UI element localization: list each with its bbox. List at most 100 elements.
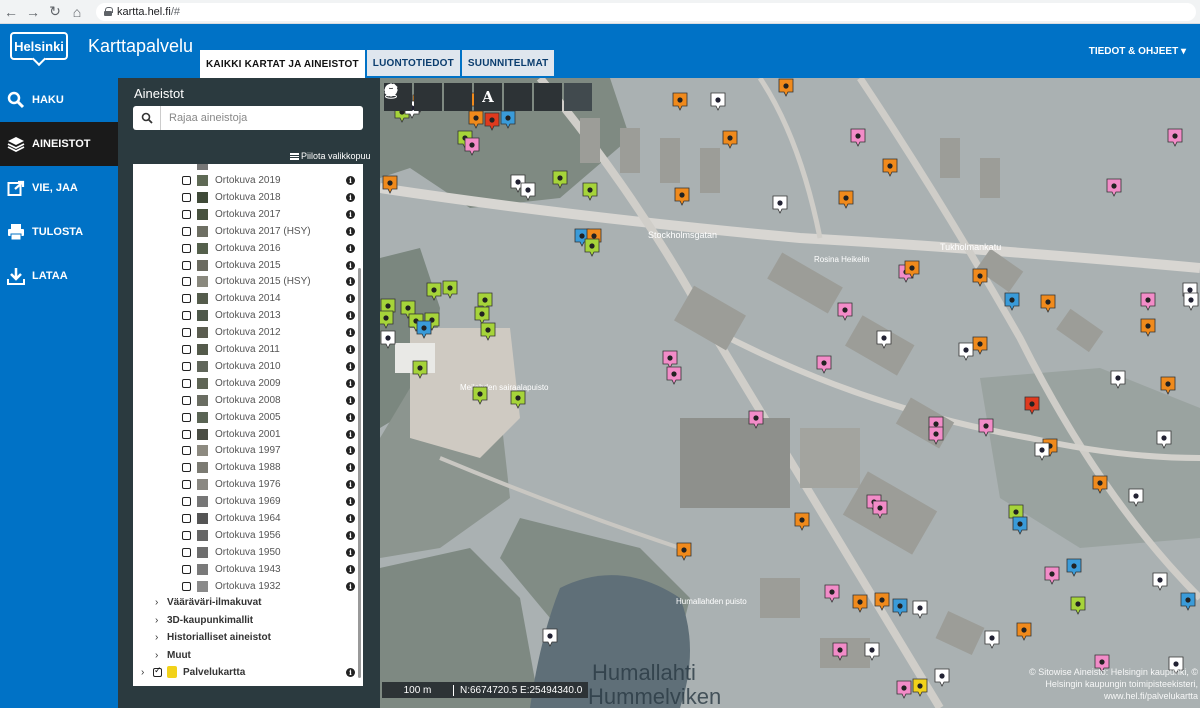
layer-filter-input[interactable]	[161, 112, 351, 124]
measure-icon[interactable]	[384, 83, 472, 111]
layer-row[interactable]: Ortokuva 2018 i	[133, 189, 358, 206]
layer-checkbox[interactable]	[182, 176, 191, 185]
info-icon[interactable]: i	[346, 260, 355, 270]
chevron-right-icon[interactable]: ›	[155, 650, 158, 661]
layer-checkbox[interactable]	[182, 260, 191, 270]
info-icon[interactable]: i	[346, 243, 355, 253]
tab-plans[interactable]: SUUNNITELMAT	[461, 50, 555, 76]
info-icon[interactable]: i	[346, 176, 355, 185]
layer-checkbox[interactable]	[182, 345, 191, 354]
address-bar[interactable]: kartta.hel.fi /#	[96, 2, 1196, 21]
layer-checkbox[interactable]	[182, 243, 191, 253]
layer-row[interactable]: Ortokuva 1964 i	[133, 510, 358, 527]
info-icon[interactable]: i	[346, 668, 355, 677]
layer-checkbox[interactable]	[182, 294, 191, 304]
info-icon[interactable]: i	[346, 446, 355, 456]
layer-checkbox[interactable]	[182, 277, 191, 287]
text-icon[interactable]: A	[474, 83, 502, 111]
info-icon[interactable]: i	[346, 209, 355, 219]
info-icon[interactable]: i	[346, 361, 355, 371]
layer-row[interactable]: Ortokuva 2019 i	[133, 172, 358, 189]
layer-row[interactable]: Ortokuva 1943 i	[133, 561, 358, 578]
marker-icon[interactable]	[386, 83, 562, 111]
info-icon[interactable]: i	[346, 378, 355, 388]
info-icon[interactable]: i	[346, 530, 355, 540]
nav-share[interactable]: VIE, JAA	[0, 166, 118, 210]
layer-group-row[interactable]: › Vääräväri-ilmakuvat	[133, 594, 358, 611]
nav-search[interactable]: HAKU	[0, 78, 118, 122]
info-icon[interactable]: i	[346, 395, 355, 405]
info-icon[interactable]: i	[346, 226, 355, 236]
layer-row[interactable]: Ortokuva 1956 i	[133, 527, 358, 544]
info-icon[interactable]: i	[346, 294, 355, 304]
nav-download[interactable]: LATAA	[0, 254, 118, 298]
layer-row[interactable]: Ortokuva 2014 i	[133, 290, 358, 307]
layer-row[interactable]: Ortokuva 2010 i	[133, 358, 358, 375]
info-icon[interactable]: i	[346, 547, 355, 557]
layer-checkbox[interactable]	[182, 514, 191, 523]
layer-checkbox[interactable]	[182, 328, 191, 338]
map-view[interactable]: Stockholmsgatan Tukholmankatu Rosina Hei…	[380, 78, 1200, 708]
layer-row[interactable]: Ortokuva 2011 i	[133, 341, 358, 358]
layer-checkbox[interactable]	[182, 446, 191, 456]
layer-row[interactable]: Ortokuva 2008 i	[133, 392, 358, 409]
layer-row[interactable]: Ortokuva 1997 i	[133, 442, 358, 459]
chevron-right-icon[interactable]: ›	[155, 632, 158, 643]
layer-row[interactable]: Ortokuva 2001 i	[133, 426, 358, 443]
layer-group-row[interactable]: › Historialliset aineistot	[133, 629, 358, 646]
pan-icon[interactable]	[384, 83, 532, 111]
tab-all-maps[interactable]: KAIKKI KARTAT JA AINEISTOT	[200, 50, 365, 78]
reload-icon[interactable]: ↻	[44, 1, 66, 23]
layer-row[interactable]: Ortokuva 2015 (HSY) i	[133, 273, 358, 290]
layer-tree[interactable]: Ortokuva 2019 i Ortokuva 2018 i Ortokuva 201…	[133, 164, 363, 686]
info-icon[interactable]: i	[346, 192, 355, 202]
info-icon[interactable]: i	[346, 412, 355, 422]
info-icon[interactable]: i	[346, 429, 355, 439]
layer-row[interactable]: Ortokuva 2005 i	[133, 409, 358, 426]
layer-checkbox[interactable]	[182, 412, 191, 422]
layer-row[interactable]: Ortokuva 2017 i	[133, 206, 358, 223]
layer-checkbox[interactable]	[182, 226, 191, 236]
info-icon[interactable]: i	[346, 497, 355, 507]
back-icon[interactable]: ←	[0, 1, 22, 23]
layer-checkbox[interactable]	[182, 530, 191, 540]
layer-checkbox[interactable]	[182, 581, 191, 591]
forward-icon[interactable]: →	[22, 1, 44, 23]
nav-layers[interactable]: AINEISTOT	[0, 122, 118, 166]
layer-row[interactable]: Ortokuva 1950 i	[133, 544, 358, 561]
info-icon[interactable]: i	[346, 463, 355, 473]
info-icon[interactable]: i	[346, 514, 355, 523]
layer-row[interactable]: Ortokuva 1932 i	[133, 578, 358, 595]
info-icon[interactable]: i	[346, 328, 355, 338]
layer-checkbox[interactable]	[182, 547, 191, 557]
chevron-right-icon[interactable]: ›	[141, 667, 144, 678]
streetview-icon[interactable]	[385, 83, 592, 111]
layer-row[interactable]: Ortokuva 2015 i	[133, 257, 358, 274]
layer-group-row[interactable]: › Muut	[133, 647, 358, 664]
layer-row[interactable]: Ortokuva 2012 i	[133, 324, 358, 341]
info-icon[interactable]: i	[346, 311, 355, 321]
chevron-right-icon[interactable]: ›	[155, 597, 158, 608]
layer-checkbox[interactable]	[182, 378, 191, 388]
layer-row[interactable]: Ortokuva 1988 i	[133, 459, 358, 476]
helsinki-logo[interactable]: Helsinki	[10, 32, 68, 60]
info-icon[interactable]: i	[346, 277, 355, 287]
chevron-right-icon[interactable]: ›	[155, 615, 158, 626]
layer-checkbox[interactable]	[182, 429, 191, 439]
hide-tree-button[interactable]: Piilota valikkopuu	[290, 151, 371, 161]
tab-nature[interactable]: LUONTOTIEDOT	[366, 50, 460, 76]
layer-row[interactable]: Ortokuva 2017 (HSY) i	[133, 223, 358, 240]
info-icon[interactable]: i	[346, 581, 355, 591]
layer-checkbox[interactable]	[182, 463, 191, 473]
tree-scrollbar[interactable]	[358, 268, 361, 678]
layer-checkbox[interactable]	[182, 480, 191, 490]
info-icon[interactable]: i	[346, 480, 355, 490]
nav-print[interactable]: TULOSTA	[0, 210, 118, 254]
layer-row[interactable]: Ortokuva 2009 i	[133, 375, 358, 392]
layer-row[interactable]: Ortokuva 1976 i	[133, 476, 358, 493]
layer-checkbox[interactable]	[182, 209, 191, 219]
contrast-icon[interactable]	[384, 83, 442, 111]
info-icon[interactable]: i	[346, 564, 355, 574]
map-canvas[interactable]: Stockholmsgatan Tukholmankatu Rosina Hei…	[380, 78, 1200, 708]
service-map-row[interactable]: › ✓ Palvelukartta i	[133, 664, 358, 681]
